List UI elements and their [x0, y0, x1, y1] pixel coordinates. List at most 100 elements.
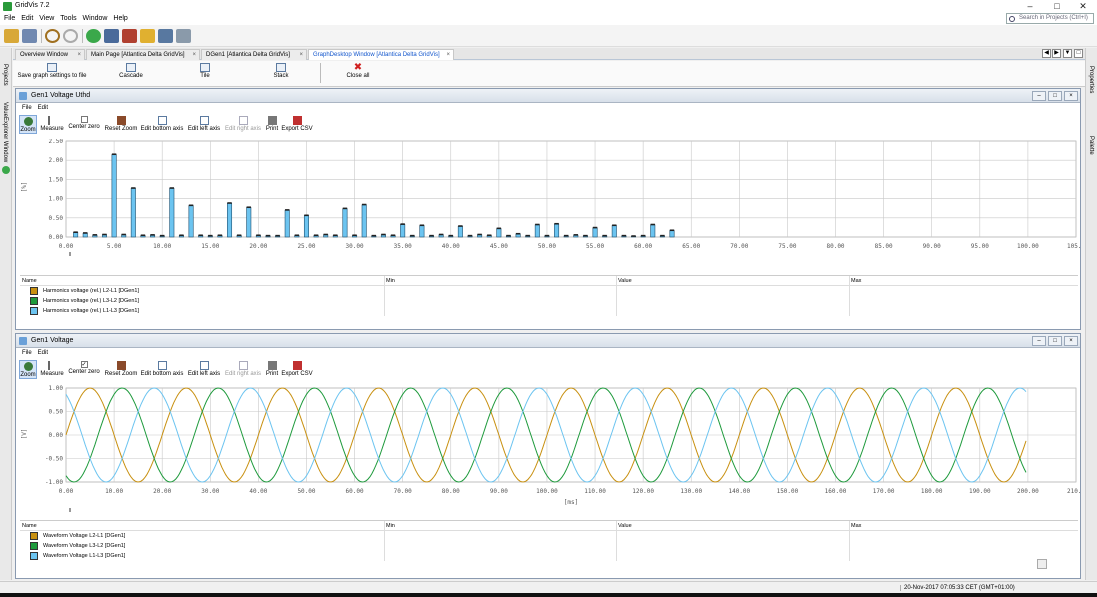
- tab-dgen1[interactable]: DGen1 [Atlantica Delta GridVis] ×: [201, 49, 307, 60]
- export-csv-button[interactable]: Export CSV: [281, 360, 313, 377]
- harmonic-bar-cap: [246, 206, 251, 209]
- legend-col-min[interactable]: Min: [386, 521, 395, 531]
- search-input[interactable]: Search in Projects (Ctrl+I): [1006, 13, 1094, 24]
- close-icon[interactable]: ×: [446, 50, 450, 60]
- panel-menu-edit[interactable]: Edit: [38, 350, 48, 356]
- sidebar-item-palette[interactable]: Palette: [1088, 136, 1094, 155]
- redo-icon[interactable]: [63, 29, 78, 43]
- edit-left-axis-button[interactable]: Edit left axis: [186, 360, 222, 377]
- measure-button[interactable]: Measure: [40, 360, 64, 377]
- legend-row[interactable]: Harmonics voltage (rel.) L2-L1 [DGen1]: [20, 286, 1078, 296]
- edit-bottom-axis-button[interactable]: Edit bottom axis: [140, 115, 184, 132]
- panel-maximize-button[interactable]: □: [1048, 336, 1062, 346]
- tile-button[interactable]: Tile: [185, 63, 225, 79]
- print-button[interactable]: Print: [264, 115, 280, 132]
- waveform-line-chart[interactable]: 0.00 10.00 20.00 30.00 40.00 50.00 60.00 70.00 8…: [16, 384, 1085, 516]
- center-zero-checkbox[interactable]: ✓ Center zero: [67, 360, 101, 375]
- legend-col-value[interactable]: Value: [618, 521, 632, 531]
- waveform-chart-area[interactable]: 0.00 10.00 20.00 30.00 40.00 50.00 60.00 70.00 8…: [16, 384, 1085, 518]
- harmonics-chart-area[interactable]: 0.00 5.00 10.00 15.00 20.00 25.00 30.00 35.00 40…: [16, 138, 1085, 271]
- panel-minimize-button[interactable]: –: [1032, 336, 1046, 346]
- print-button[interactable]: Print: [264, 360, 280, 377]
- graph-icon[interactable]: [158, 29, 173, 43]
- menu-help[interactable]: Help: [113, 13, 127, 25]
- tab-main-page[interactable]: Main Page [Atlantica Delta GridVis] ×: [86, 49, 200, 60]
- reset-zoom-button[interactable]: Reset Zoom: [104, 115, 138, 132]
- menu-window[interactable]: Window: [83, 13, 108, 25]
- measure-button[interactable]: Measure: [40, 115, 64, 132]
- legend-col-min[interactable]: Min: [386, 276, 395, 286]
- cascade-button[interactable]: Cascade: [111, 63, 151, 79]
- save-icon[interactable]: [22, 29, 37, 43]
- undo-icon[interactable]: [45, 29, 60, 43]
- legend-row[interactable]: Harmonics voltage (rel.) L1-L3 [DGen1]: [20, 306, 1078, 316]
- zoom-button[interactable]: Zoom: [19, 115, 37, 134]
- menu-view[interactable]: View: [39, 13, 54, 25]
- sidebar-item-projects[interactable]: Projects: [2, 64, 8, 86]
- sidebar-item-value-explorer[interactable]: ValueExplorer Window: [2, 102, 8, 162]
- close-icon[interactable]: ×: [77, 50, 81, 60]
- close-all-button[interactable]: ✖ Close all: [338, 63, 378, 80]
- edit-right-axis-button[interactable]: Edit right axis: [224, 115, 262, 132]
- zoom-button[interactable]: Zoom: [19, 360, 37, 379]
- minimize-button[interactable]: –: [1016, 0, 1044, 13]
- edit-right-axis-button[interactable]: Edit right axis: [224, 360, 262, 377]
- harmonic-bar: [342, 208, 348, 238]
- menu-file[interactable]: File: [4, 13, 15, 25]
- legend-col-value[interactable]: Value: [618, 276, 632, 286]
- harmonic-bar-cap: [73, 231, 78, 233]
- close-icon[interactable]: ×: [192, 50, 196, 60]
- legend-col-max[interactable]: Max: [851, 521, 861, 531]
- tab-scroll-left[interactable]: ◀: [1042, 49, 1051, 58]
- panel-maximize-button[interactable]: □: [1048, 91, 1062, 101]
- harmonic-bar-cap: [602, 234, 607, 237]
- close-icon[interactable]: ×: [299, 50, 303, 60]
- x-tick-label: 50.00: [538, 243, 556, 250]
- legend-row[interactable]: Waveform Voltage L2-L1 [DGen1]: [20, 531, 1078, 541]
- panel-menu-file[interactable]: File: [22, 350, 32, 356]
- tab-maximize[interactable]: □: [1074, 49, 1083, 58]
- close-button[interactable]: ✕: [1069, 0, 1097, 13]
- online-recorder-icon[interactable]: [86, 29, 101, 43]
- device-icon[interactable]: [104, 29, 119, 43]
- panel-close-button[interactable]: ×: [1064, 336, 1078, 346]
- y-tick-label: 0.00: [49, 234, 64, 241]
- x-tick-label: 0.00: [59, 243, 74, 250]
- report-icon[interactable]: [122, 29, 137, 43]
- export-csv-button[interactable]: Export CSV: [281, 115, 313, 132]
- harmonic-bar-cap: [159, 234, 165, 237]
- tools-icon[interactable]: [140, 29, 155, 43]
- harmonics-bar-chart[interactable]: 0.00 5.00 10.00 15.00 20.00 25.00 30.00 35.00 40…: [16, 138, 1085, 269]
- reset-zoom-button[interactable]: Reset Zoom: [104, 360, 138, 377]
- stack-button[interactable]: Stack: [261, 63, 301, 79]
- panel-minimize-button[interactable]: –: [1032, 91, 1046, 101]
- resize-grip-icon[interactable]: [1037, 559, 1047, 569]
- maximize-button[interactable]: □: [1043, 0, 1071, 13]
- legend-col-max[interactable]: Max: [851, 276, 861, 286]
- center-zero-checkbox[interactable]: Center zero: [67, 115, 101, 130]
- legend-row[interactable]: Waveform Voltage L3-L2 [DGen1]: [20, 541, 1078, 551]
- harmonic-bar-cap: [467, 234, 473, 237]
- panel-menu-file[interactable]: File: [22, 105, 32, 111]
- sidebar-item-properties[interactable]: Properties: [1088, 66, 1094, 93]
- tab-list-dropdown[interactable]: ▼: [1063, 49, 1072, 58]
- legend-col-name[interactable]: Name: [22, 276, 37, 286]
- x-tick-label: 100.00: [536, 488, 558, 495]
- edit-left-axis-button[interactable]: Edit left axis: [186, 115, 222, 132]
- edit-bottom-axis-button[interactable]: Edit bottom axis: [140, 360, 184, 377]
- column-divider: [616, 521, 617, 561]
- tab-overview[interactable]: Overview Window ×: [15, 49, 85, 60]
- tab-graph-desktop[interactable]: GraphDesktop Window [Atlantica Delta Gri…: [308, 49, 454, 60]
- menu-edit[interactable]: Edit: [21, 13, 33, 25]
- menu-tools[interactable]: Tools: [60, 13, 76, 25]
- y-tick-label: 1.00: [49, 196, 64, 203]
- settings-icon[interactable]: [176, 29, 191, 43]
- legend-row[interactable]: Waveform Voltage L1-L3 [DGen1]: [20, 551, 1078, 561]
- tab-scroll-right[interactable]: ▶: [1052, 49, 1061, 58]
- panel-close-button[interactable]: ×: [1064, 91, 1078, 101]
- open-folder-icon[interactable]: [4, 29, 19, 43]
- legend-col-name[interactable]: Name: [22, 521, 37, 531]
- panel-menu-edit[interactable]: Edit: [38, 105, 48, 111]
- save-settings-button[interactable]: Save graph settings to file: [15, 63, 89, 79]
- legend-row[interactable]: Harmonics voltage (rel.) L3-L2 [DGen1]: [20, 296, 1078, 306]
